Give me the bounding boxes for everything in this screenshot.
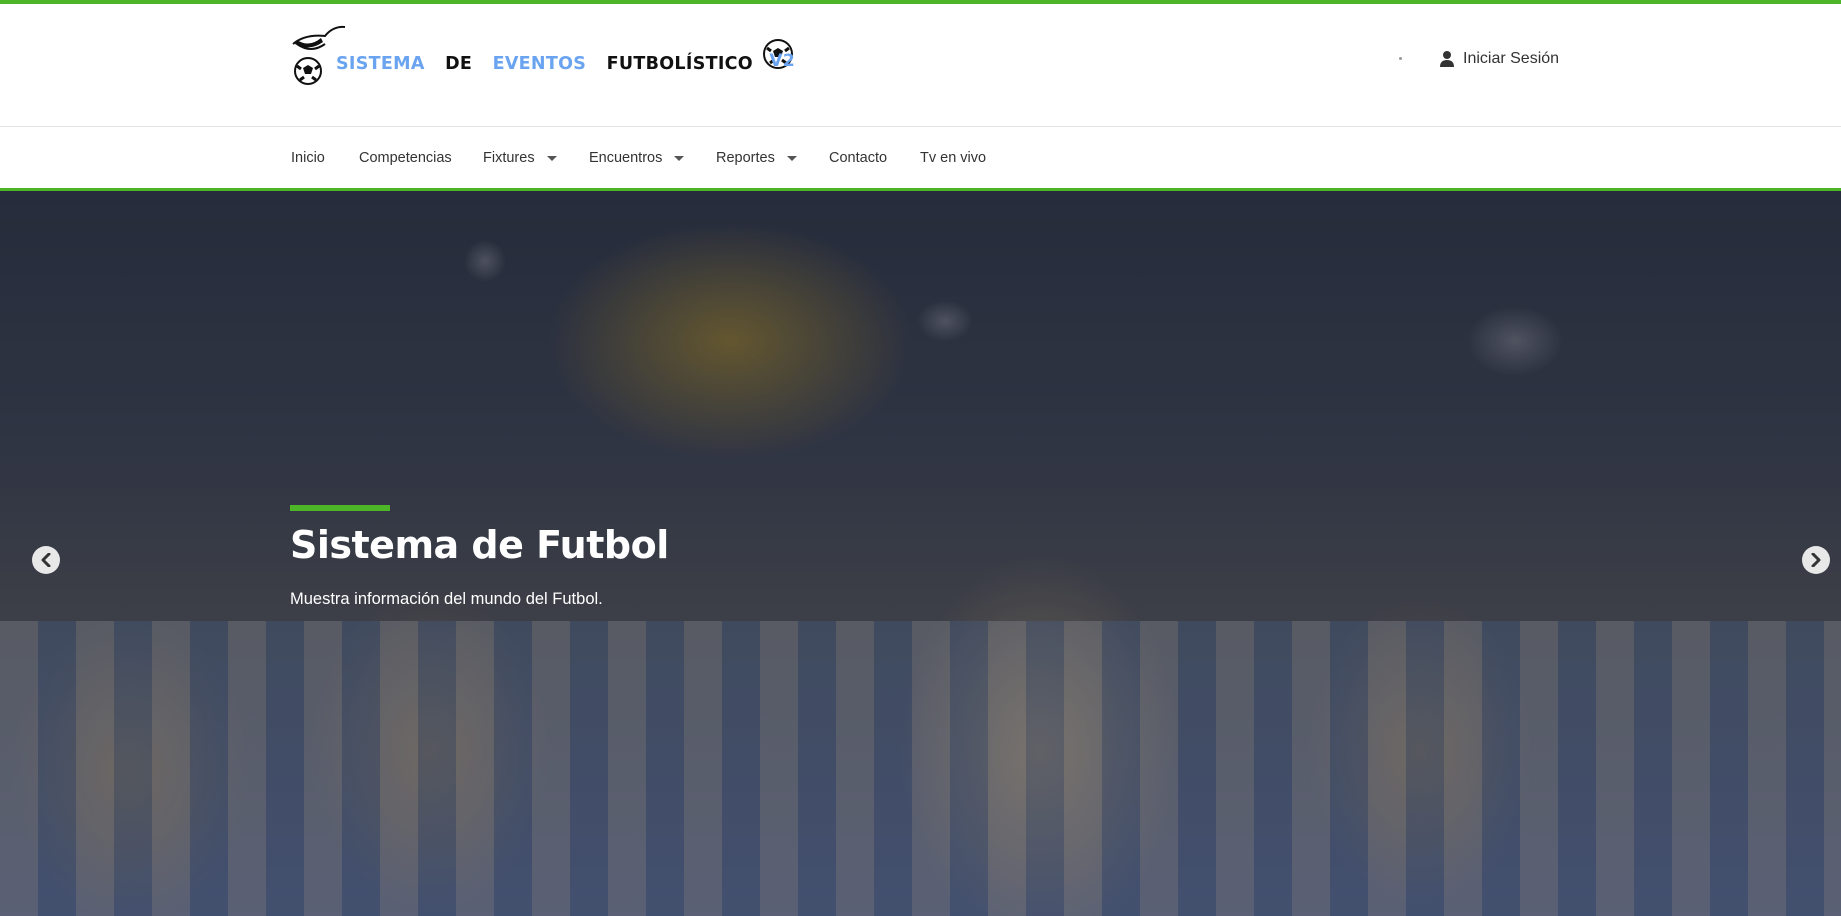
nav-item-inicio[interactable]: Inicio: [291, 150, 325, 166]
carousel-next-button[interactable]: [1802, 546, 1830, 574]
site-logo[interactable]: SISTEMA DE EVENTOS FUTBOLÍSTICO V2: [291, 22, 796, 102]
caption-accent-bar: [290, 505, 390, 511]
nav-item-label: Reportes: [716, 150, 775, 166]
nav-item-encuentros[interactable]: Encuentros: [589, 150, 685, 166]
logo-word: EVENTOS: [492, 54, 587, 74]
chevron-down-icon: [546, 155, 557, 161]
nav-item-contacto[interactable]: Contacto: [829, 150, 887, 166]
chevron-down-icon: [674, 155, 685, 161]
hero-carousel: Sistema de Futbol Muestra información de…: [0, 191, 1841, 916]
nav-item-label: Fixtures: [483, 150, 535, 166]
nav-item-label: Encuentros: [589, 150, 663, 166]
separator-dot: [1399, 57, 1402, 60]
nav-item-label: Inicio: [291, 150, 325, 166]
hero-overlay: [0, 191, 1841, 916]
chevron-down-icon: [786, 155, 797, 161]
logo-word: DE: [445, 54, 473, 74]
user-icon: [1440, 51, 1454, 67]
soccer-ball-icon: [294, 57, 322, 85]
chevron-right-icon: [1811, 553, 1821, 567]
chevron-left-icon: [41, 553, 51, 567]
hero-title: Sistema de Futbol: [290, 523, 669, 567]
logo-wordmark: SISTEMA DE EVENTOS FUTBOLÍSTICO V2: [336, 51, 809, 74]
logo-word: SISTEMA: [336, 54, 425, 74]
carousel-prev-button[interactable]: [32, 546, 60, 574]
nav-item-label: Contacto: [829, 150, 888, 166]
site-header: SISTEMA DE EVENTOS FUTBOLÍSTICO V2 Inici…: [0, 4, 1841, 127]
login-label: Iniciar Sesión: [1463, 50, 1560, 67]
nav-item-tv-en-vivo[interactable]: Tv en vivo: [920, 150, 986, 166]
nav-item-competencias[interactable]: Competencias: [359, 150, 452, 166]
hero-subtitle: Muestra información del mundo del Futbol…: [290, 590, 603, 608]
nav-item-reportes[interactable]: Reportes: [716, 150, 797, 166]
nav-item-label: Competencias: [359, 150, 452, 166]
nav-item-label: Tv en vivo: [920, 150, 987, 166]
logo-word: V2: [769, 51, 795, 71]
login-link[interactable]: Iniciar Sesión: [1440, 50, 1559, 68]
logo-word: FUTBOLÍSTICO: [606, 54, 753, 74]
nav-item-fixtures[interactable]: Fixtures: [483, 150, 557, 166]
main-nav: Inicio Competencias Fixtures Encuentros …: [0, 127, 1841, 191]
